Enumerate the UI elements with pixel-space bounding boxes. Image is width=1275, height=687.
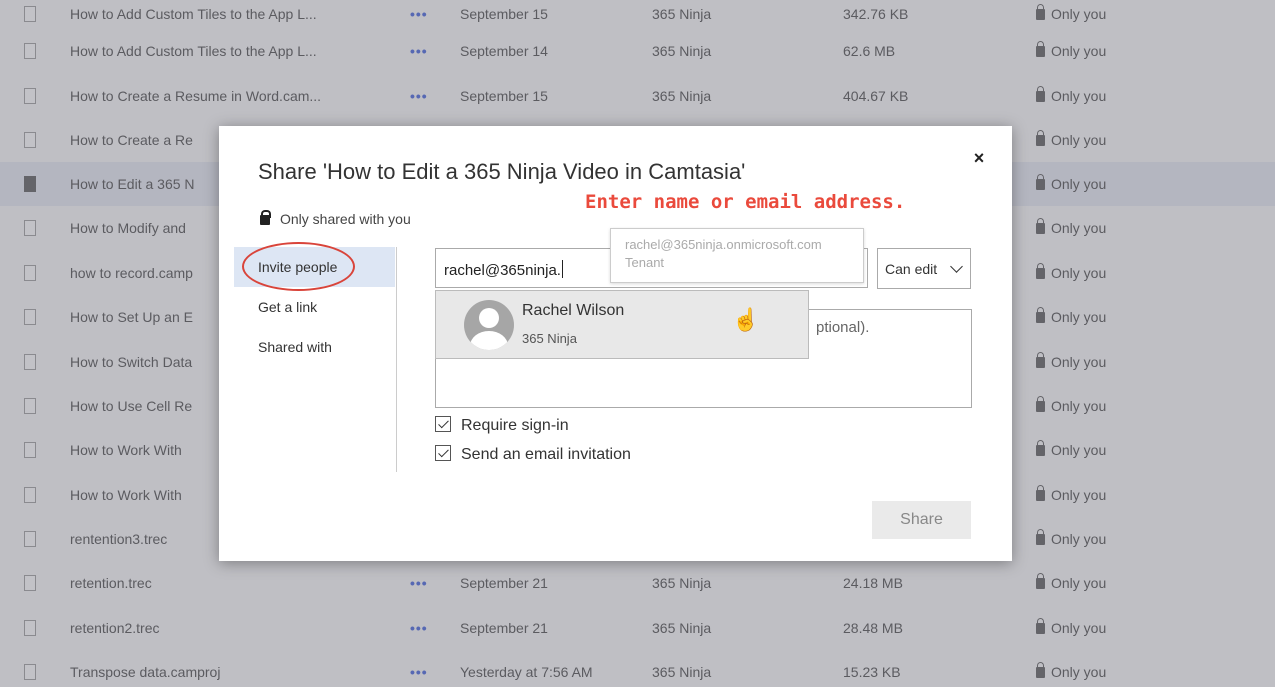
permission-dropdown[interactable]: Can edit [877,248,971,289]
share-button[interactable]: Share [872,501,971,539]
checkbox-checked-icon [435,416,451,432]
suggestion-org: 365 Ninja [522,331,577,346]
message-placeholder: ptional). [816,319,870,336]
suggestion-name: Rachel Wilson [522,302,625,319]
dialog-title: Share 'How to Edit a 365 Ninja Video in … [258,159,746,184]
sharing-status: Only shared with you [260,210,411,227]
highlight-circle [242,242,355,291]
permission-value: Can edit [885,261,938,277]
avatar [464,300,514,350]
nav-shared-with[interactable]: Shared with [234,327,395,367]
text-caret [561,260,563,278]
send-invitation-label: Send an email invitation [461,446,631,463]
send-invitation-checkbox[interactable]: Send an email invitation [435,445,631,464]
nav-divider [396,247,397,472]
lock-icon [260,210,271,225]
hand-cursor-icon: ☝ [732,307,760,332]
close-button[interactable]: × [969,148,989,168]
tooltip-email: rachel@365ninja.onmicrosoft.com [625,237,822,252]
require-signin-checkbox[interactable]: Require sign-in [435,416,569,435]
people-input-value: rachel@365ninja. [444,262,561,279]
nav-get-a-link[interactable]: Get a link [234,287,395,327]
chevron-down-icon [950,260,963,273]
checkbox-checked-icon [435,445,451,461]
tooltip-tenant: Tenant [625,255,665,270]
require-signin-label: Require sign-in [461,417,569,434]
annotation-callout: Enter name or email address. [585,191,906,213]
sharing-status-label: Only shared with you [280,211,411,227]
address-tooltip: rachel@365ninja.onmicrosoft.com Tenant [610,228,864,283]
